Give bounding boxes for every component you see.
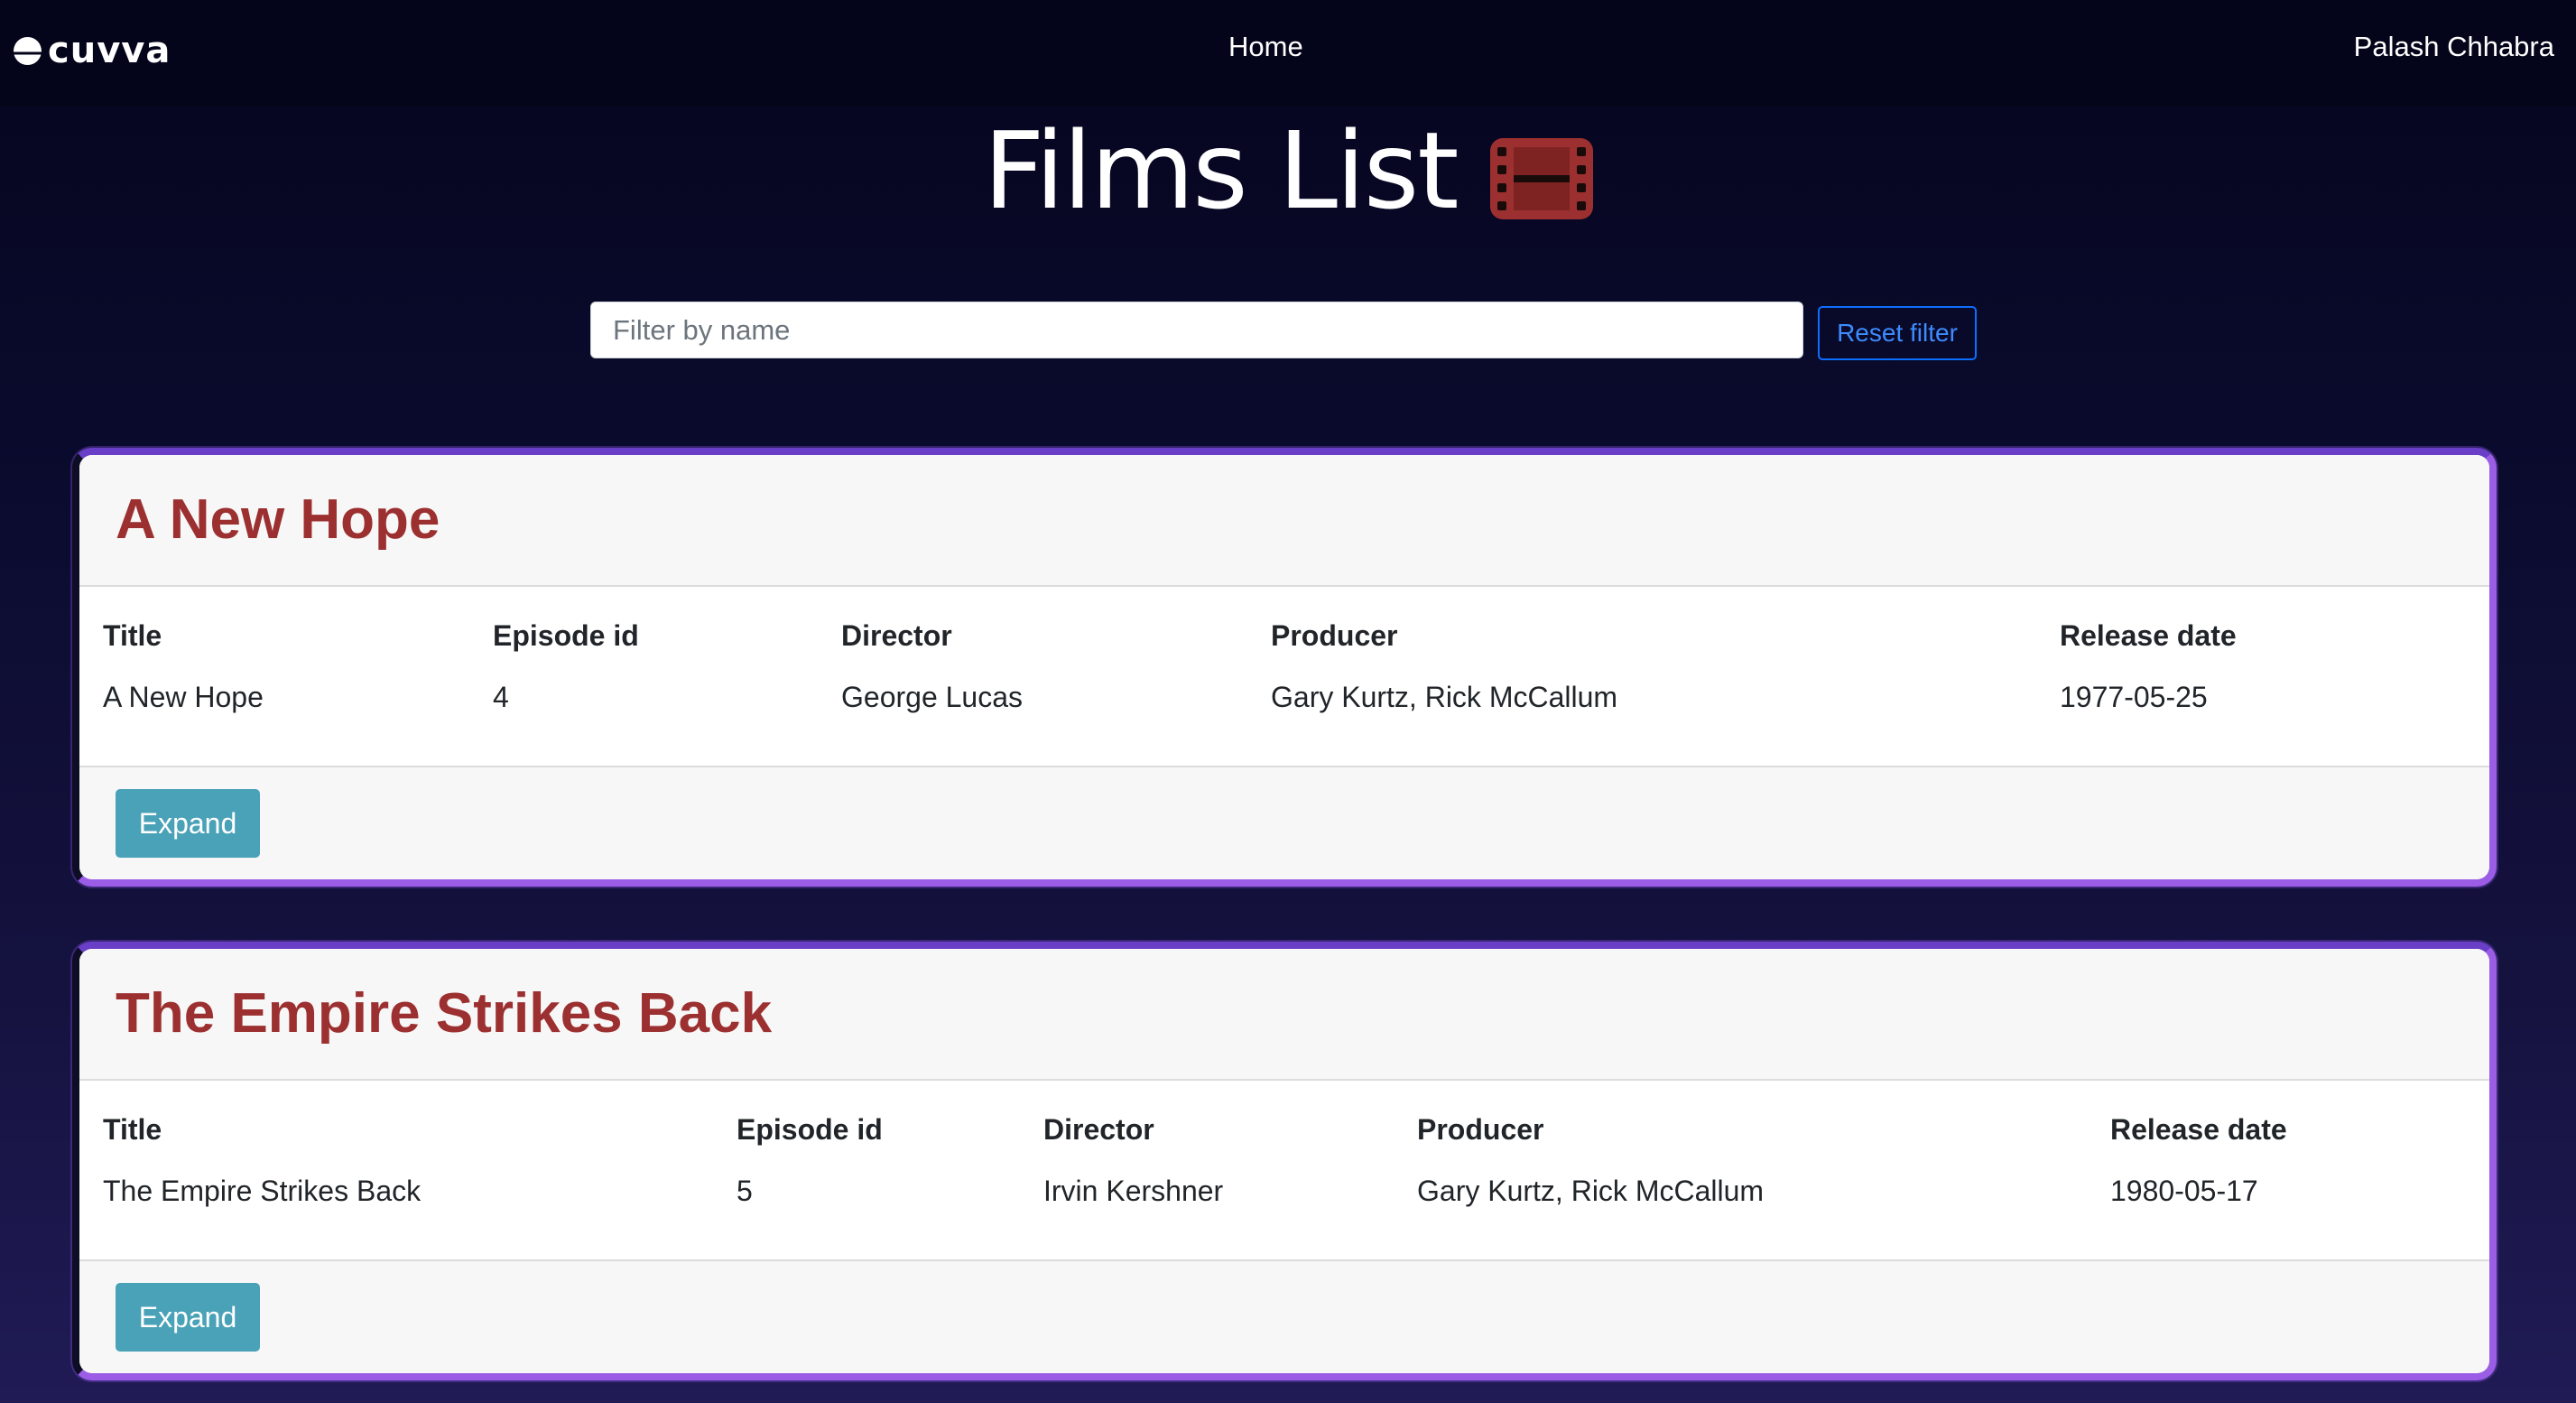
cell-producer: Gary Kurtz, Rick McCallum xyxy=(1271,681,1618,713)
film-details-table: Title A New Hope Episode id 4 Director G… xyxy=(79,587,2489,767)
column-header-producer: Producer xyxy=(1271,619,1398,652)
column-header-release-date: Release date xyxy=(2060,619,2237,652)
logo-text: cuvva xyxy=(48,30,171,71)
filter-input[interactable] xyxy=(590,302,1803,358)
expand-button[interactable]: Expand xyxy=(116,789,260,858)
reset-filter-button[interactable]: Reset filter xyxy=(1818,306,1977,360)
column-header-episode-id: Episode id xyxy=(493,619,639,652)
card-header: A New Hope xyxy=(79,455,2489,587)
user-name[interactable]: Palash Chhabra xyxy=(2354,31,2554,63)
nav-home-link[interactable]: Home xyxy=(1228,31,1303,63)
card-header: The Empire Strikes Back xyxy=(79,949,2489,1081)
column-header-release-date: Release date xyxy=(2110,1113,2287,1146)
page-title: Films List xyxy=(983,108,1459,233)
film-heading: The Empire Strikes Back xyxy=(116,982,773,1045)
film-card: The Empire Strikes Back Title The Empire… xyxy=(72,942,2497,1380)
film-heading: A New Hope xyxy=(116,488,440,551)
card-footer: Expand xyxy=(79,1261,2489,1373)
film-card: A New Hope Title A New Hope Episode id 4… xyxy=(72,448,2497,887)
film-icon xyxy=(1489,137,1593,224)
column-header-episode-id: Episode id xyxy=(737,1113,883,1146)
cell-director: George Lucas xyxy=(841,681,1024,713)
column-header-title: Title xyxy=(103,1113,162,1146)
column-header-director: Director xyxy=(1043,1113,1154,1146)
cell-title: A New Hope xyxy=(103,681,264,713)
cell-producer: Gary Kurtz, Rick McCallum xyxy=(1417,1175,1765,1207)
cell-episode-id: 4 xyxy=(493,681,509,713)
expand-button[interactable]: Expand xyxy=(116,1283,260,1352)
top-navbar: cuvva Home Palash Chhabra xyxy=(0,0,2576,107)
cell-release-date: 1977-05-25 xyxy=(2060,681,2208,713)
column-header-producer: Producer xyxy=(1417,1113,1544,1146)
brand-logo[interactable]: cuvva xyxy=(13,30,171,71)
column-header-title: Title xyxy=(103,619,162,652)
cell-title: The Empire Strikes Back xyxy=(103,1175,422,1207)
cell-episode-id: 5 xyxy=(737,1175,753,1207)
card-footer: Expand xyxy=(79,767,2489,879)
page-title-row: Films List xyxy=(0,108,2576,233)
cell-release-date: 1980-05-17 xyxy=(2110,1175,2258,1207)
cell-director: Irvin Kershner xyxy=(1043,1175,1224,1207)
film-details-table: Title The Empire Strikes Back Episode id… xyxy=(79,1081,2489,1261)
column-header-director: Director xyxy=(841,619,952,652)
logo-icon xyxy=(13,36,42,66)
